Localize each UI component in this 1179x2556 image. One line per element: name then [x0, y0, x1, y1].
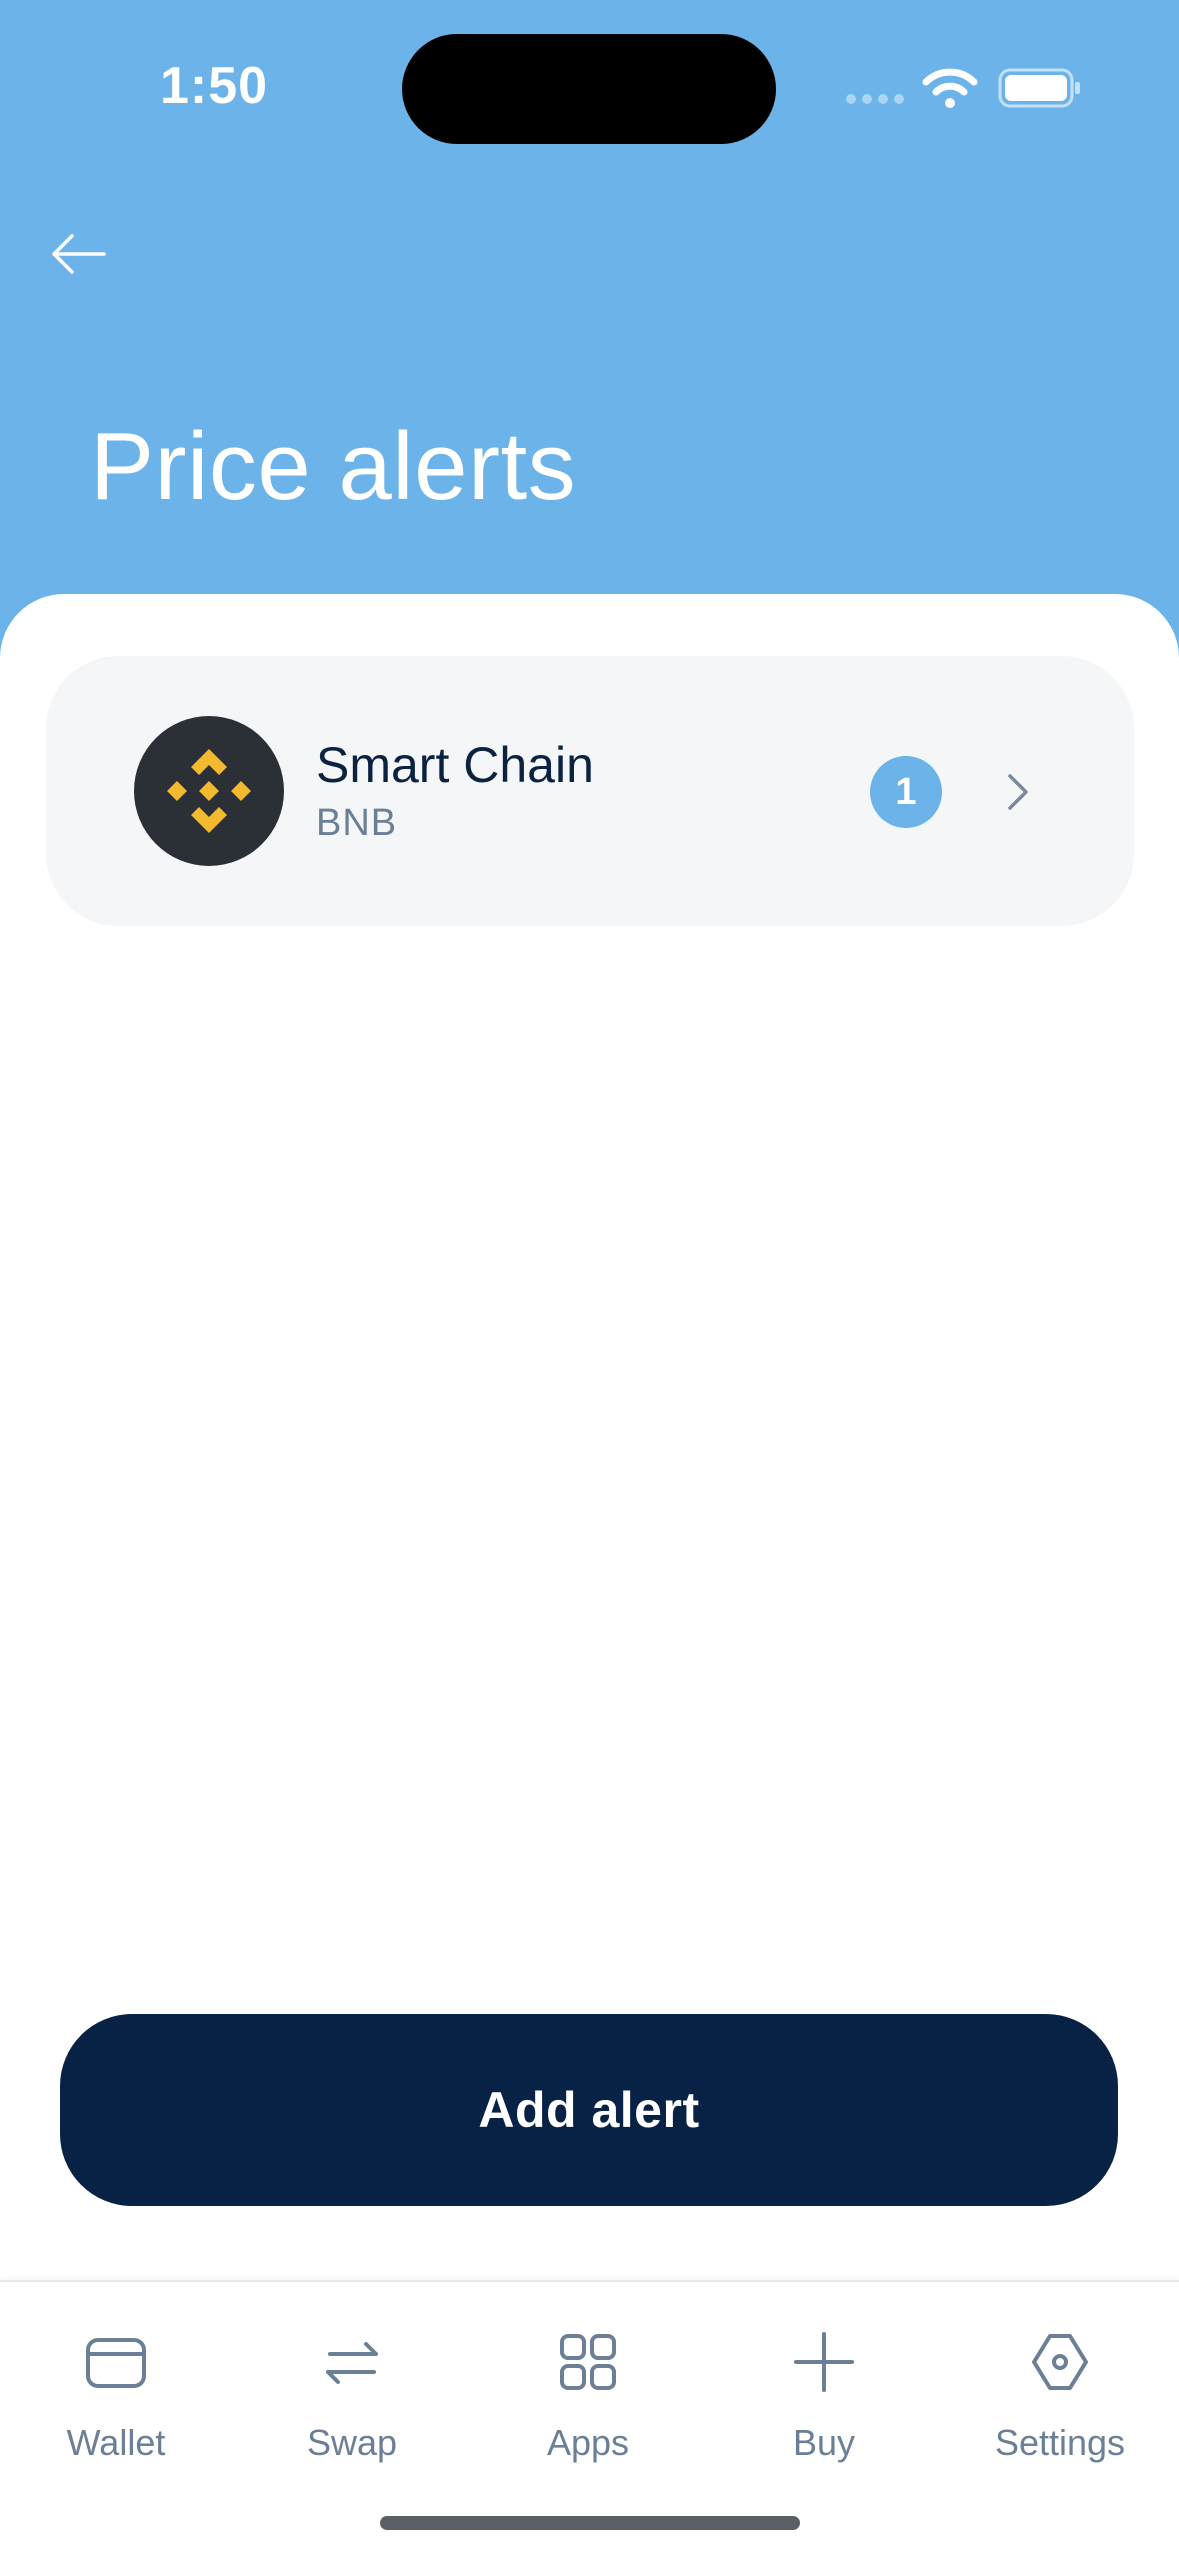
- cellular-signal-icon: [846, 94, 904, 104]
- tab-label: Wallet: [66, 2422, 166, 2463]
- tab-label: Apps: [546, 2422, 630, 2463]
- tab-settings[interactable]: Settings: [960, 2326, 1160, 2486]
- asset-name: Smart Chain: [316, 737, 594, 793]
- plus-icon: [794, 2332, 854, 2392]
- tab-wallet[interactable]: Wallet: [16, 2326, 216, 2486]
- dynamic-island: [402, 34, 776, 144]
- tab-apps[interactable]: Apps: [488, 2326, 688, 2486]
- chevron-right-icon: [1008, 774, 1028, 810]
- apps-icon: [560, 2334, 616, 2390]
- home-indicator: [380, 2516, 800, 2530]
- swap-icon: [326, 2342, 378, 2384]
- alert-count-badge: 1: [870, 756, 942, 828]
- tab-label: Settings: [994, 2422, 1126, 2463]
- tab-swap[interactable]: Swap: [252, 2326, 452, 2486]
- tab-bar: Wallet Swap Apps Buy Settings: [0, 2280, 1179, 2556]
- price-alerts-screen: 1:50 Price alerts Smart Chain BNB 1 Add …: [0, 0, 1179, 2556]
- tab-label: Buy: [792, 2422, 856, 2463]
- settings-icon: [1032, 2334, 1088, 2390]
- content-sheet: Smart Chain BNB 1 Add alert: [0, 594, 1179, 2556]
- back-button[interactable]: [46, 222, 110, 286]
- page-title: Price alerts: [90, 413, 577, 520]
- tab-buy[interactable]: Buy: [724, 2326, 924, 2486]
- bnb-logo-icon: [134, 716, 284, 866]
- status-time: 1:50: [160, 57, 269, 115]
- status-bar: 1:50: [0, 0, 1179, 180]
- wifi-icon: [922, 68, 978, 108]
- alert-asset-row[interactable]: Smart Chain BNB 1: [46, 656, 1134, 926]
- tab-label: Swap: [306, 2422, 398, 2463]
- add-alert-button[interactable]: Add alert: [60, 2014, 1118, 2206]
- battery-icon: [998, 68, 1080, 108]
- wallet-icon: [86, 2338, 146, 2388]
- asset-symbol: BNB: [316, 802, 398, 844]
- arrow-left-icon: [52, 234, 106, 274]
